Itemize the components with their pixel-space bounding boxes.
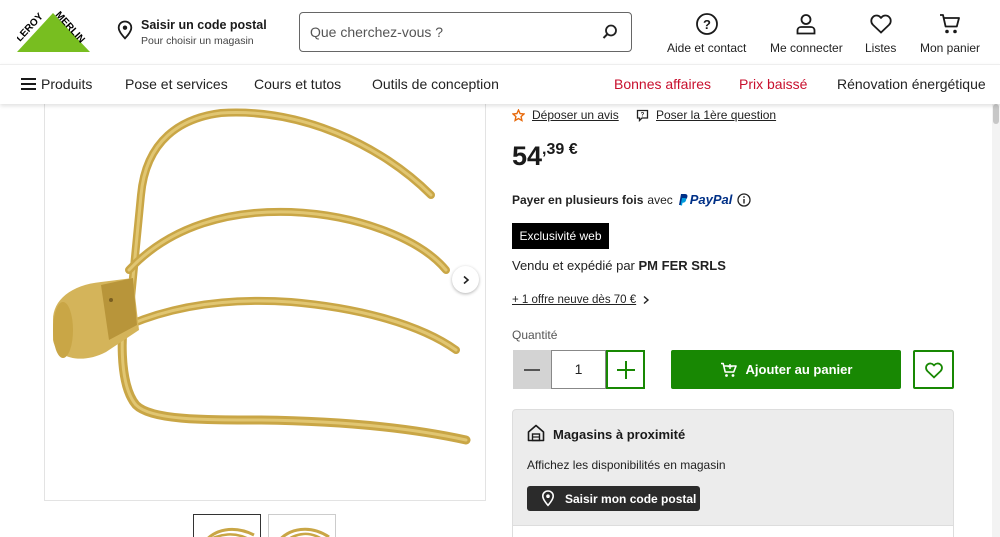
thumbnail-image <box>280 527 330 537</box>
heart-icon <box>870 14 892 34</box>
enter-postal-code-button[interactable]: Saisir mon code postal <box>527 486 700 511</box>
cart-label: Mon panier <box>920 41 981 55</box>
heart-icon <box>924 362 943 379</box>
lists-button[interactable]: Listes <box>865 12 896 55</box>
nav-prix-baisse[interactable]: Prix baissé <box>739 76 807 92</box>
seller-line: Vendu et expédié par PM FER SRLS <box>512 258 726 273</box>
image-thumbnail-1[interactable] <box>193 514 261 537</box>
help-contact-button[interactable]: ? Aide et contact <box>667 12 746 55</box>
paypal-brand: PayPal <box>689 192 733 207</box>
paypal-row: Payer en plusieurs fois avec PayPal <box>512 192 752 207</box>
offer-link-row[interactable]: + 1 offre neuve dès 70 € <box>512 294 651 306</box>
minus-icon <box>524 368 540 371</box>
enter-postal-code-label: Saisir mon code postal <box>565 491 697 506</box>
price: 54,39 € <box>512 141 578 172</box>
page-scrollbar[interactable] <box>992 104 1000 537</box>
site-header: LEROY MERLIN Saisir un code postal Pour … <box>0 0 1000 64</box>
question-link-row[interactable]: ? Poser la 1ère question <box>636 108 776 122</box>
chevron-right-icon <box>462 275 469 284</box>
quantity-input[interactable]: 1 <box>551 350 606 389</box>
seller-name: PM FER SRLS <box>638 258 726 273</box>
search-icon[interactable] <box>601 23 619 41</box>
quantity-decrease-button[interactable] <box>513 350 551 389</box>
help-contact-label: Aide et contact <box>667 41 747 55</box>
location-pin-icon <box>541 490 555 507</box>
next-image-button[interactable] <box>452 266 479 293</box>
scrollbar-thumb[interactable] <box>993 104 999 124</box>
svg-text:?: ? <box>641 112 645 118</box>
paypal-text: Payer en plusieurs fois <box>512 192 644 207</box>
help-circle-icon: ? <box>695 13 718 35</box>
leroy-merlin-logo[interactable]: LEROY MERLIN <box>17 9 90 52</box>
location-pin-icon <box>117 20 133 40</box>
svg-text:?: ? <box>703 17 711 32</box>
nav-products[interactable]: Produits <box>41 76 92 92</box>
seller-prefix: Vendu et expédié par <box>512 258 635 273</box>
search-bar <box>299 12 632 52</box>
pitchfork-image <box>53 108 471 445</box>
paypal-logo-icon <box>678 194 688 206</box>
postal-subtitle: Pour choisir un magasin <box>141 35 254 47</box>
question-bubble-icon: ? <box>636 109 649 122</box>
quantity-increase-button[interactable] <box>606 350 645 389</box>
lists-label: Listes <box>865 41 897 55</box>
postal-title: Saisir un code postal <box>141 18 267 32</box>
paypal-avec: avec <box>647 192 673 207</box>
price-integer: 54 <box>512 141 543 171</box>
nav-outils-conception[interactable]: Outils de conception <box>372 76 499 92</box>
quantity-label: Quantité <box>512 328 558 342</box>
main-nav: Produits Pose et services Cours et tutos… <box>0 64 1000 104</box>
plus-icon <box>616 360 635 379</box>
nav-renovation-energetique[interactable]: Rénovation énergétique <box>837 76 986 92</box>
nav-bonnes-affaires[interactable]: Bonnes affaires <box>614 76 711 92</box>
nav-pose-services[interactable]: Pose et services <box>125 76 228 92</box>
postal-code-selector[interactable]: Saisir un code postal Pour choisir un ma… <box>116 18 267 47</box>
stores-description: Affichez les disponibilités en magasin <box>527 458 726 472</box>
info-icon[interactable] <box>737 192 752 207</box>
thumbnail-image <box>207 527 255 537</box>
cart-icon <box>940 14 960 34</box>
login-button[interactable]: Me connecter <box>770 12 843 55</box>
user-icon <box>796 14 816 35</box>
stores-title: Magasins à proximité <box>553 427 686 442</box>
nearby-stores-panel: Magasins à proximité Affichez les dispon… <box>512 409 954 537</box>
offer-link[interactable]: + 1 offre neuve dès 70 € <box>512 294 636 306</box>
review-link-row[interactable]: Déposer un avis <box>512 108 619 122</box>
search-input[interactable] <box>310 24 601 40</box>
question-link[interactable]: Poser la 1ère question <box>656 108 776 122</box>
review-link[interactable]: Déposer un avis <box>532 108 619 122</box>
cart-add-icon <box>720 362 737 377</box>
chevron-right-icon <box>643 295 650 305</box>
login-label: Me connecter <box>770 41 843 55</box>
price-decimal: ,39 € <box>542 141 578 158</box>
nav-cours-tutos[interactable]: Cours et tutos <box>254 76 341 92</box>
add-to-cart-button[interactable]: Ajouter au panier <box>671 350 901 389</box>
image-thumbnail-2[interactable] <box>268 514 336 537</box>
menu-icon[interactable] <box>21 78 36 90</box>
web-exclusive-badge: Exclusivité web <box>512 223 609 249</box>
add-to-list-button[interactable] <box>913 350 954 389</box>
star-icon <box>512 108 525 122</box>
cart-button[interactable]: Mon panier <box>920 12 980 55</box>
store-icon <box>527 424 545 442</box>
stores-list-area <box>513 525 953 537</box>
add-to-cart-label: Ajouter au panier <box>745 362 853 377</box>
product-image[interactable] <box>44 104 486 501</box>
